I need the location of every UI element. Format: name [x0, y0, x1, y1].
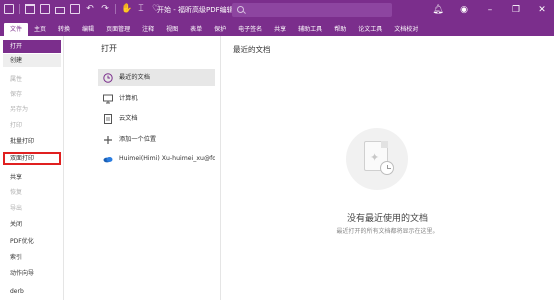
restore-icon[interactable]: ❐: [510, 3, 522, 17]
account-icon[interactable]: ◉: [458, 3, 470, 17]
toolbar-divider: [115, 4, 116, 14]
window-controls: 🔔︎ ◉ – ❐ ✕: [432, 3, 548, 17]
search-icon: [237, 6, 244, 13]
menu-tab[interactable]: 文档校对: [388, 23, 424, 36]
file-menu-item[interactable]: derb: [3, 285, 61, 298]
search-box[interactable]: [232, 3, 392, 17]
menu-tab[interactable]: 编辑: [76, 23, 100, 36]
quick-access-toolbar: ↶ ↷ ✋ ⌶ ♡: [4, 4, 161, 14]
ribbon-menu-bar: 文件 主页 转换 编辑 页面管理 注释 视图 表单 保护 电子签名 共享 辅助工具 帮助 论文工具 文档校对: [0, 21, 554, 36]
menu-tab[interactable]: 帮助: [328, 23, 352, 36]
recent-documents-panel: 最近的文档 ✦ 没有最近使用的文档 最近打开的所有文档都将显示在这里。: [221, 36, 554, 300]
file-menu-item[interactable]: 创建: [3, 54, 61, 67]
file-menu-item[interactable]: 打开: [3, 40, 61, 53]
file-menu-item: 属性: [10, 76, 23, 83]
file-menu-item[interactable]: 索引: [3, 251, 61, 264]
open-location-item[interactable]: 云文档: [98, 110, 215, 127]
file-menu-item[interactable]: PDF优化: [3, 235, 61, 248]
print-icon[interactable]: [55, 6, 65, 14]
open-location-item[interactable]: Huimei(Himi) Xu-huimei_xu@fo...: [98, 150, 215, 167]
select-icon[interactable]: ⌶: [136, 4, 146, 14]
menu-tab[interactable]: 表单: [184, 23, 208, 36]
foxit-logo-icon: ✦: [370, 151, 380, 164]
menu-tab[interactable]: 转换: [52, 23, 76, 36]
file-menu-item: 打印: [10, 122, 23, 129]
open-location-item[interactable]: 添加一个位置: [98, 131, 215, 148]
file-menu-item: 另存为: [10, 106, 29, 113]
file-menu-item[interactable]: 关闭: [3, 218, 61, 231]
menu-tab[interactable]: 主页: [28, 23, 52, 36]
folder-icon[interactable]: [25, 4, 35, 14]
open-location-item[interactable]: 最近的文档: [98, 69, 215, 86]
menu-tab[interactable]: 文件: [4, 23, 29, 36]
clock-icon: [380, 161, 394, 175]
clock-icon: [103, 73, 113, 83]
redo-icon[interactable]: ↷: [100, 4, 110, 14]
title-bar: ↶ ↷ ✋ ⌶ ♡ 开始 - 福昕高级PDF编辑器 🔔︎ ◉ – ❐ ✕: [0, 0, 554, 21]
empty-state-subtitle: 最近打开的所有文档都将显示在这里。: [336, 228, 439, 235]
file-menu-item[interactable]: 双面打印: [3, 152, 61, 165]
open-location-item[interactable]: 计算机: [98, 90, 215, 107]
minimize-icon[interactable]: –: [484, 3, 496, 17]
file-menu-item[interactable]: 批量打印: [3, 135, 61, 148]
bell-icon[interactable]: 🔔︎: [432, 3, 444, 17]
empty-state-illustration: ✦: [346, 128, 408, 190]
empty-state-title: 没有最近使用的文档: [346, 214, 428, 224]
file-menu-item[interactable]: 共享: [3, 171, 61, 184]
file-menu-nav: 打开 创建属性保存另存为打印批量打印双面打印共享恢复导出关闭 PDF优化索引动作向导…: [0, 36, 64, 300]
recent-documents-title: 最近的文档: [233, 45, 271, 54]
close-icon[interactable]: ✕: [536, 3, 548, 17]
open-location-label: 添加一个位置: [119, 136, 157, 143]
menu-tab[interactable]: 页面管理: [100, 23, 136, 36]
onedrive-icon: [103, 154, 113, 163]
menu-tab[interactable]: 论文工具: [352, 23, 388, 36]
open-panel-title: 打开: [101, 44, 117, 53]
file-menu-item: 导出: [10, 205, 23, 212]
computer-icon: [103, 94, 113, 104]
save-icon[interactable]: [40, 4, 50, 14]
open-panel: 打开 最近的文档计算机云文档添加一个位置 Huimei(Himi) Xu-huim…: [65, 36, 220, 300]
open-location-label: 云文档: [119, 115, 138, 122]
open-location-label: Huimei(Himi) Xu-huimei_xu@fo...: [119, 155, 215, 162]
new-icon[interactable]: [70, 4, 80, 14]
file-menu-item: 保存: [10, 91, 23, 98]
menu-tab[interactable]: 保护: [208, 23, 232, 36]
file-menu-item: 恢复: [10, 189, 23, 196]
menu-tab[interactable]: 辅助工具: [292, 23, 328, 36]
file-menu-item[interactable]: 动作向导: [3, 267, 61, 280]
toolbar-divider: [19, 4, 20, 14]
menu-tab[interactable]: 注释: [136, 23, 160, 36]
menu-tab[interactable]: 电子签名: [232, 23, 268, 36]
plus-icon: [103, 135, 113, 144]
cloud-doc-icon: [103, 114, 113, 124]
hand-icon[interactable]: ✋: [121, 4, 132, 14]
menu-tab[interactable]: 共享: [268, 23, 292, 36]
open-location-label: 计算机: [119, 95, 138, 102]
window-title: 开始 - 福昕高级PDF编辑器: [157, 6, 241, 14]
menu-tab[interactable]: 视图: [160, 23, 184, 36]
undo-icon[interactable]: ↶: [85, 4, 95, 14]
app-icon[interactable]: [4, 4, 14, 14]
open-location-label: 最近的文档: [119, 74, 150, 81]
